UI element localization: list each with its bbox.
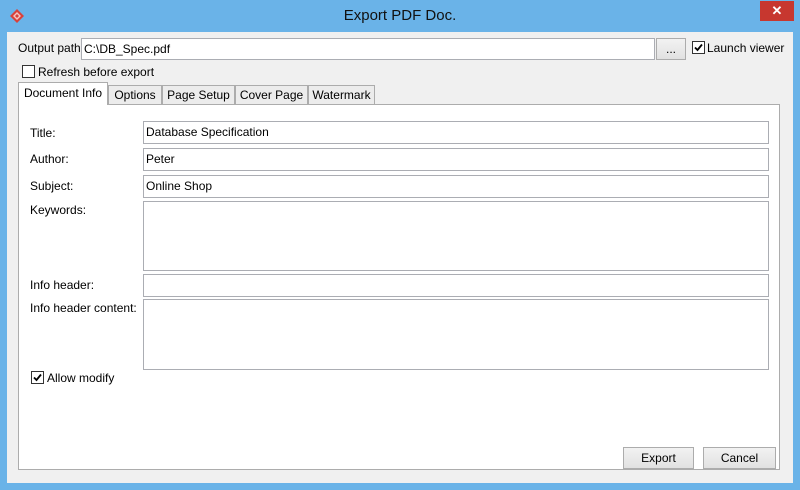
export-button[interactable]: Export — [623, 447, 694, 469]
browse-button[interactable]: ... — [656, 38, 686, 60]
info-header-content-textarea[interactable] — [143, 299, 769, 370]
output-path-label: Output path: — [18, 41, 85, 55]
author-input[interactable]: Peter — [143, 148, 769, 171]
checkmark-icon — [694, 43, 703, 52]
info-header-input[interactable] — [143, 274, 769, 297]
tab-document-info[interactable]: Document Info — [18, 82, 108, 105]
allow-modify-checkbox[interactable] — [31, 371, 44, 384]
subject-input[interactable]: Online Shop — [143, 175, 769, 198]
window-title: Export PDF Doc. — [343, 7, 457, 24]
title-input[interactable]: Database Specification — [143, 121, 769, 144]
launch-viewer-label: Launch viewer — [707, 41, 785, 55]
close-icon: ✕ — [771, 3, 783, 18]
refresh-before-export-checkbox[interactable] — [22, 65, 35, 78]
cancel-button[interactable]: Cancel — [703, 447, 776, 469]
refresh-before-export-label: Refresh before export — [38, 65, 155, 79]
keywords-label: Keywords: — [30, 203, 87, 217]
close-button[interactable]: ✕ — [760, 1, 794, 21]
title-bar: Export PDF Doc. ✕ — [0, 0, 800, 32]
subject-label: Subject: — [30, 179, 74, 193]
allow-modify-label: Allow modify — [47, 371, 115, 385]
dialog-body: Output path: C:\DB_Spec.pdf ... Launch v… — [7, 32, 793, 483]
export-pdf-dialog: Export PDF Doc. ✕ Output path: C:\DB_Spe… — [0, 0, 800, 490]
author-label: Author: — [30, 152, 69, 166]
tab-page-setup[interactable]: Page Setup — [162, 85, 235, 105]
document-info-panel: Title: Database Specification Author: Pe… — [18, 104, 780, 470]
keywords-textarea[interactable] — [143, 201, 769, 271]
launch-viewer-checkbox[interactable] — [692, 41, 705, 54]
info-header-content-label: Info header content: — [30, 301, 137, 315]
title-label: Title: — [30, 126, 56, 140]
info-header-label: Info header: — [30, 278, 95, 292]
tab-watermark[interactable]: Watermark — [308, 85, 375, 105]
tab-cover-page[interactable]: Cover Page — [235, 85, 308, 105]
tab-options[interactable]: Options — [108, 85, 162, 105]
output-path-input[interactable]: C:\DB_Spec.pdf — [81, 38, 655, 60]
checkmark-icon — [33, 373, 42, 382]
